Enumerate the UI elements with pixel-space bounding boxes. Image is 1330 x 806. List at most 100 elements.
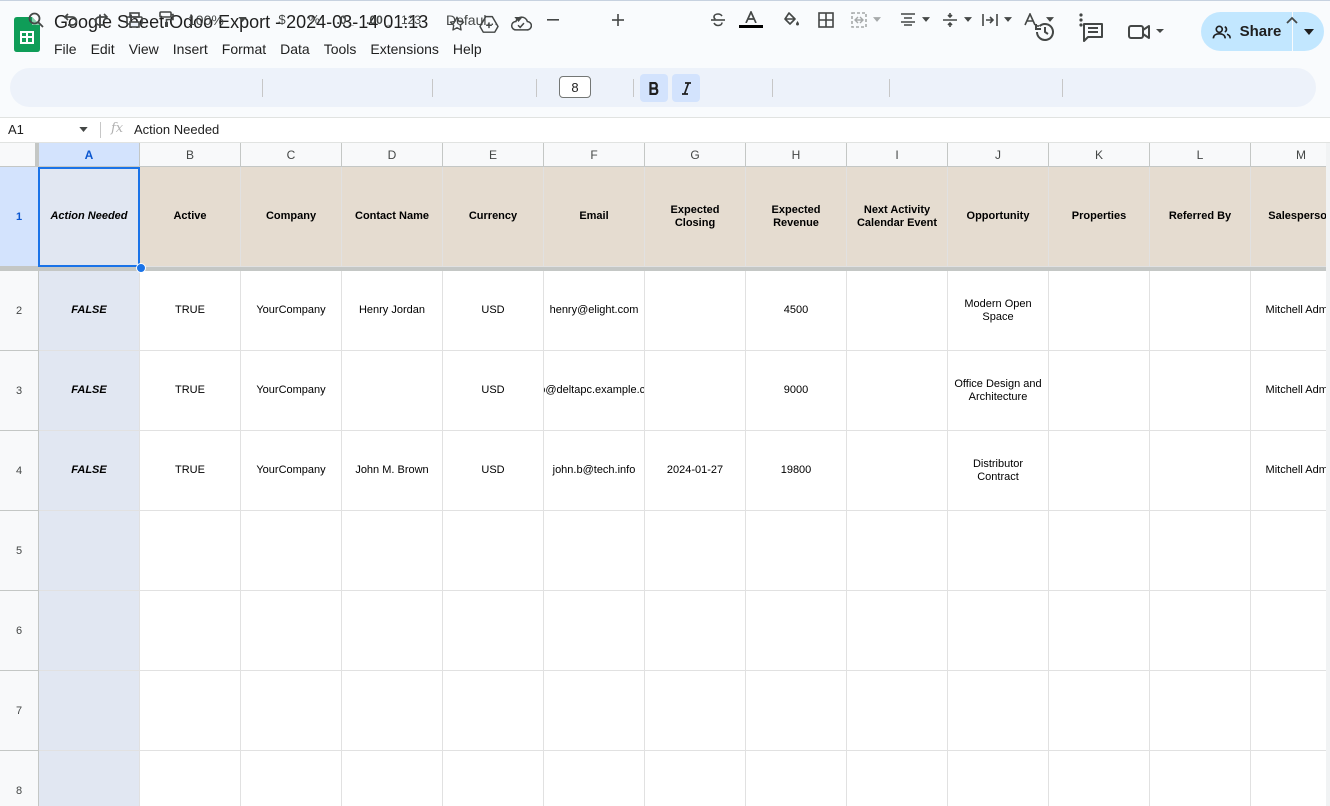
- table-cell[interactable]: [1150, 271, 1251, 351]
- more-formats-button[interactable]: 123: [400, 0, 422, 39]
- table-cell[interactable]: [645, 511, 746, 591]
- table-cell[interactable]: [847, 431, 948, 511]
- table-cell[interactable]: [1150, 511, 1251, 591]
- menu-insert[interactable]: Insert: [166, 40, 215, 58]
- table-cell[interactable]: john.b@tech.info: [544, 431, 645, 511]
- table-cell[interactable]: Modern Open Space: [948, 271, 1049, 351]
- table-cell[interactable]: [1150, 351, 1251, 431]
- table-cell[interactable]: [645, 671, 746, 751]
- row-header-1[interactable]: 1: [0, 167, 39, 267]
- table-cell[interactable]: Henry Jordan: [342, 271, 443, 351]
- font-size-input[interactable]: 8: [559, 76, 591, 98]
- table-cell[interactable]: [645, 271, 746, 351]
- table-cell[interactable]: USD: [443, 351, 544, 431]
- print-icon[interactable]: [122, 0, 146, 39]
- column-header-l[interactable]: L: [1150, 143, 1251, 167]
- table-cell[interactable]: [1150, 591, 1251, 671]
- column-header-c[interactable]: C: [241, 143, 342, 167]
- table-cell[interactable]: [140, 591, 241, 671]
- table-cell[interactable]: [140, 751, 241, 806]
- table-cell[interactable]: [1251, 751, 1330, 806]
- header-cell[interactable]: Email: [544, 167, 645, 267]
- table-cell[interactable]: [342, 591, 443, 671]
- table-cell[interactable]: [1049, 271, 1150, 351]
- italic-button[interactable]: [672, 74, 700, 102]
- table-cell[interactable]: YourCompany: [241, 351, 342, 431]
- frozen-row-divider[interactable]: [0, 267, 1330, 271]
- meet-icon[interactable]: [1126, 18, 1166, 46]
- zoom-select[interactable]: 100%: [188, 0, 252, 39]
- table-cell[interactable]: [241, 511, 342, 591]
- column-header-a[interactable]: A: [39, 143, 140, 167]
- text-rotation-button[interactable]: [1022, 0, 1056, 39]
- horizontal-align-button[interactable]: [898, 0, 932, 39]
- row-header-3[interactable]: 3: [0, 351, 39, 431]
- table-cell[interactable]: 19800: [746, 431, 847, 511]
- table-cell[interactable]: [342, 671, 443, 751]
- collapse-toolbar-icon[interactable]: [1280, 0, 1304, 39]
- table-cell[interactable]: FALSE: [39, 431, 140, 511]
- table-cell[interactable]: [1049, 431, 1150, 511]
- row-header-5[interactable]: 5: [0, 511, 39, 591]
- table-cell[interactable]: [39, 751, 140, 806]
- borders-icon[interactable]: [814, 0, 838, 39]
- search-menus-icon[interactable]: [24, 0, 48, 39]
- fill-handle[interactable]: [136, 263, 146, 273]
- table-cell[interactable]: [847, 271, 948, 351]
- formula-input[interactable]: Action Needed: [134, 122, 219, 137]
- table-cell[interactable]: [645, 351, 746, 431]
- text-wrapping-button[interactable]: [980, 0, 1014, 39]
- header-cell[interactable]: Opportunity: [948, 167, 1049, 267]
- table-cell[interactable]: Mitchell Admin: [1251, 431, 1330, 511]
- table-cell[interactable]: [948, 671, 1049, 751]
- text-color-button[interactable]: [738, 0, 764, 39]
- spreadsheet-grid[interactable]: A B C D E F G H I J K L M 1 2 3 4 5 6 7 8 Action Needed Active…: [0, 143, 1330, 806]
- table-cell[interactable]: [746, 671, 847, 751]
- table-cell[interactable]: USD: [443, 431, 544, 511]
- menu-view[interactable]: View: [122, 40, 166, 58]
- row-header-2[interactable]: 2: [0, 271, 39, 351]
- table-cell[interactable]: [847, 351, 948, 431]
- table-cell[interactable]: Distributor Contract: [948, 431, 1049, 511]
- column-header-d[interactable]: D: [342, 143, 443, 167]
- table-cell[interactable]: [847, 511, 948, 591]
- header-cell[interactable]: Salesperson: [1251, 167, 1330, 267]
- header-cell[interactable]: Contact Name: [342, 167, 443, 267]
- table-cell[interactable]: [544, 751, 645, 806]
- redo-icon[interactable]: [90, 0, 114, 39]
- table-cell[interactable]: 4500: [746, 271, 847, 351]
- header-cell[interactable]: Active: [140, 167, 241, 267]
- paint-format-icon[interactable]: [154, 0, 178, 39]
- table-cell[interactable]: YourCompany: [241, 431, 342, 511]
- table-cell[interactable]: [443, 671, 544, 751]
- header-cell[interactable]: Next Activity Calendar Event: [847, 167, 948, 267]
- menu-extensions[interactable]: Extensions: [363, 40, 445, 58]
- table-cell[interactable]: [948, 751, 1049, 806]
- table-cell[interactable]: Office Design and Architecture: [948, 351, 1049, 431]
- column-header-b[interactable]: B: [140, 143, 241, 167]
- menu-edit[interactable]: Edit: [84, 40, 122, 58]
- select-all-corner[interactable]: [0, 143, 39, 167]
- column-header-g[interactable]: G: [645, 143, 746, 167]
- menu-data[interactable]: Data: [273, 40, 317, 58]
- table-cell[interactable]: TRUE: [140, 431, 241, 511]
- table-cell[interactable]: [39, 511, 140, 591]
- table-cell[interactable]: info@deltapc.example.com: [544, 351, 645, 431]
- table-cell[interactable]: [241, 591, 342, 671]
- row-header-8[interactable]: 8: [0, 751, 39, 806]
- table-cell[interactable]: [1150, 431, 1251, 511]
- table-cell[interactable]: [1049, 351, 1150, 431]
- table-cell[interactable]: [746, 591, 847, 671]
- table-cell[interactable]: [1150, 751, 1251, 806]
- table-cell[interactable]: John M. Brown: [342, 431, 443, 511]
- table-cell[interactable]: YourCompany: [241, 271, 342, 351]
- percent-format-button[interactable]: %: [304, 0, 324, 39]
- table-cell[interactable]: TRUE: [140, 351, 241, 431]
- currency-format-button[interactable]: $: [272, 0, 292, 39]
- decrease-decimal-button[interactable]: .0 ←: [334, 0, 358, 39]
- share-button[interactable]: Share: [1201, 12, 1292, 51]
- table-cell[interactable]: [342, 511, 443, 591]
- decrease-font-size-icon[interactable]: [545, 0, 561, 39]
- table-cell[interactable]: [1049, 671, 1150, 751]
- table-cell[interactable]: [1150, 671, 1251, 751]
